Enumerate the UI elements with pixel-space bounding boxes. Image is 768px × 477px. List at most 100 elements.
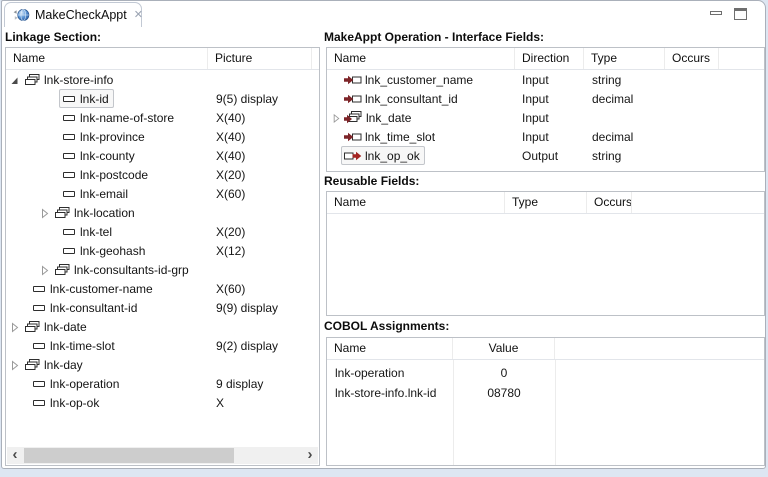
field-name: lnk_op_ok (365, 149, 420, 163)
name-cell: lnk_date (327, 108, 515, 127)
group-item-icon (24, 320, 41, 334)
picture-cell: X(40) (212, 111, 319, 125)
tree-cell: lnk_time_slot (341, 127, 440, 146)
field-name: lnk-consultants-id-grp (74, 263, 189, 277)
picture-cell: 9(9) display (212, 301, 319, 315)
type-cell: string (584, 73, 665, 87)
column-header-type[interactable]: Type (584, 48, 665, 69)
field-name: lnk-province (80, 130, 145, 144)
tree-cell: lnk-geohash (59, 241, 150, 260)
elementary-item-icon (62, 130, 77, 144)
column-header-name[interactable]: Name (6, 48, 208, 69)
table-row[interactable]: lnk-consultants-id-grp (6, 260, 319, 279)
name-cell: lnk-store-info.lnk-id (327, 386, 453, 400)
table-row[interactable]: lnk_time_slotInputdecimal (327, 127, 764, 146)
service-globe-icon (13, 7, 30, 23)
collapse-arrow-icon[interactable] (331, 112, 341, 124)
table-row[interactable]: lnk-op-okX (6, 393, 319, 412)
expand-arrow-icon[interactable] (8, 74, 21, 86)
tree-cell: lnk-operation (29, 374, 124, 393)
picture-cell: X(20) (212, 168, 319, 182)
output-field-icon (344, 149, 362, 163)
name-cell: lnk-province (6, 127, 212, 146)
field-name: lnk_customer_name (365, 73, 473, 87)
maximize-icon[interactable] (734, 8, 747, 20)
horizontal-scrollbar[interactable]: ‹ › (7, 447, 318, 464)
tree-cell: lnk-consultants-id-grp (51, 260, 194, 279)
picture-cell: X(40) (212, 149, 319, 163)
name-cell: lnk-store-info (6, 70, 212, 89)
table-row[interactable]: lnk-postcodeX(20) (6, 165, 319, 184)
name-cell: lnk_time_slot (327, 127, 515, 146)
tree-cell: lnk_consultant_id (341, 89, 463, 108)
table-row[interactable]: lnk-provinceX(40) (6, 127, 319, 146)
picture-cell: 9 display (212, 377, 319, 391)
tab-makecheckappt[interactable]: MakeCheckAppt ✕ (4, 2, 142, 27)
close-icon[interactable]: ✕ (134, 10, 143, 21)
table-row[interactable]: lnk-day (6, 355, 319, 374)
type-cell: decimal (584, 92, 665, 106)
elementary-item-icon (62, 149, 77, 163)
picture-cell: X (212, 396, 319, 410)
table-row[interactable]: lnk-location (6, 203, 319, 222)
table-row[interactable]: lnk_consultant_id Inputdecimal (327, 89, 764, 108)
scroll-left-icon[interactable]: ‹ (7, 447, 23, 464)
column-header-type[interactable]: Type (505, 192, 587, 213)
column-header-name[interactable]: Name (327, 192, 505, 213)
minimize-icon[interactable] (710, 11, 722, 15)
column-header-name[interactable]: Name (327, 48, 515, 69)
input-field-icon (344, 92, 362, 106)
table-row[interactable]: lnk-operation 9 display (6, 374, 319, 393)
field-name: lnk-consultant-id (50, 301, 137, 315)
table-row[interactable]: lnk-customer-nameX(60) (6, 279, 319, 298)
column-header-value[interactable]: Value (453, 338, 555, 359)
table-row[interactable]: lnk-name-of-store X(40) (6, 108, 319, 127)
name-cell: lnk-tel (6, 222, 212, 241)
table-row[interactable]: lnk-telX(20) (6, 222, 319, 241)
table-row[interactable]: lnk-operation0 (327, 363, 764, 383)
table-row[interactable]: lnk-geohashX(12) (6, 241, 319, 260)
table-row[interactable]: lnk-store-info (6, 70, 319, 89)
name-cell: lnk-date (6, 317, 212, 336)
collapse-arrow-icon[interactable] (38, 207, 51, 219)
table-row[interactable]: lnk-emailX(60) (6, 184, 319, 203)
type-cell: decimal (584, 130, 665, 144)
collapse-arrow-icon[interactable] (8, 321, 21, 333)
table-row[interactable]: lnk-time-slot9(2) display (6, 336, 319, 355)
collapse-arrow-icon[interactable] (8, 359, 21, 371)
column-header-direction[interactable]: Direction (515, 48, 584, 69)
tree-cell: lnk-name-of-store (59, 108, 179, 127)
collapse-arrow-icon[interactable] (38, 264, 51, 276)
table-row[interactable]: lnk-date (6, 317, 319, 336)
cobol-assignments-table: NameValue lnk-operation0lnk-store-info.l… (326, 337, 765, 466)
tree-cell: lnk-location (51, 203, 140, 222)
tree-cell: lnk-day (21, 355, 88, 374)
tree-cell: lnk_date (341, 108, 416, 127)
table-row[interactable]: lnk_op_okOutputstring (327, 146, 764, 165)
column-header-name[interactable]: Name (327, 338, 453, 359)
type-cell: string (584, 149, 665, 163)
scrollbar-thumb[interactable] (24, 448, 234, 463)
table-row[interactable]: lnk-id9(5) display (6, 89, 319, 108)
direction-cell: Input (515, 73, 584, 87)
group-item-icon (24, 358, 41, 372)
table-row[interactable]: lnk_dateInput (327, 108, 764, 127)
table-row[interactable]: lnk_customer_name Inputstring (327, 70, 764, 89)
column-header-filler (719, 48, 764, 69)
direction-cell: Input (515, 92, 584, 106)
column-header-picture[interactable]: Picture (208, 48, 312, 69)
tree-cell: lnk-customer-name (29, 279, 158, 298)
column-header-occurs[interactable]: Occurs (665, 48, 719, 69)
interface-fields-table: NameDirectionTypeOccurs lnk_customer_nam… (326, 47, 765, 172)
table-row[interactable]: lnk-store-info.lnk-id08780 (327, 383, 764, 403)
table-row[interactable]: lnk-consultant-id 9(9) display (6, 298, 319, 317)
reusable-table-body (327, 214, 764, 315)
table-row[interactable]: lnk-countyX(40) (6, 146, 319, 165)
column-header-filler (312, 48, 319, 69)
linkage-section-label: Linkage Section: (5, 30, 101, 44)
name-cell: lnk_customer_name (327, 70, 515, 89)
field-name: lnk_time_slot (365, 130, 435, 144)
scroll-right-icon[interactable]: › (302, 447, 318, 464)
column-header-occurs[interactable]: Occurs (587, 192, 632, 213)
group-item-icon (24, 73, 41, 87)
